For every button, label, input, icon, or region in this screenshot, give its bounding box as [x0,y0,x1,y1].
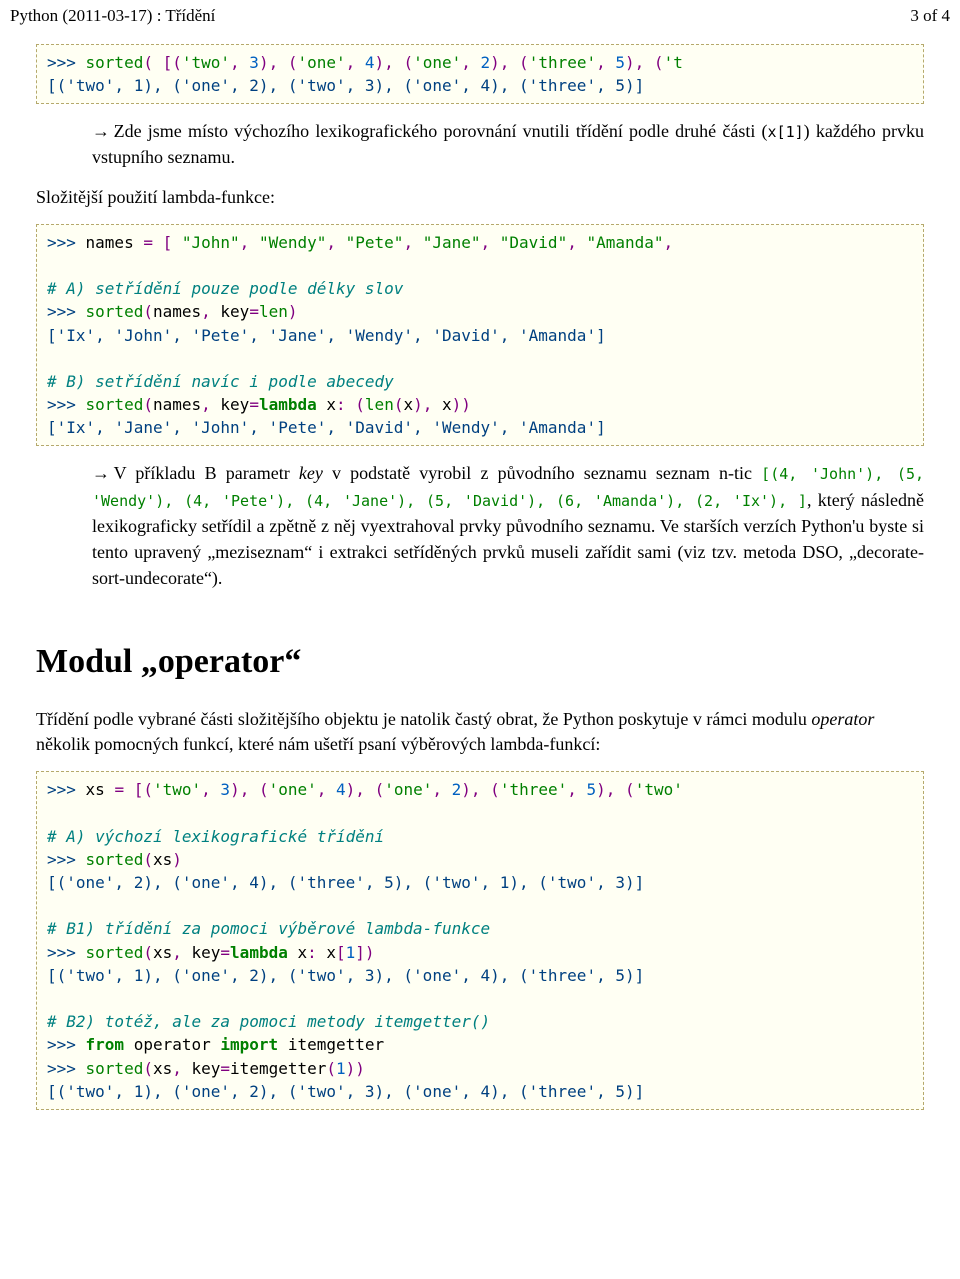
note2-key-italic: key [299,463,323,483]
note-1: →Zde jsme místo výchozího lexikografické… [92,118,924,170]
para-operator: Třídění podle vybrané části složitějšího… [36,707,924,757]
code-block-1: >>> sorted( [('two', 3), ('one', 4), ('o… [36,44,924,104]
doc-title: Python (2011-03-17) : Třídění [10,6,215,26]
para2b-italic: operator [811,709,874,729]
page-header: Python (2011-03-17) : Třídění 3 of 4 [8,6,952,26]
note1-pre: Zde jsme místo výchozího lexikografickéh… [114,121,768,141]
para-lambda-intro: Složitější použití lambda-funkce: [36,185,924,210]
arrow-icon: → [92,118,114,144]
note1-code: x[1] [768,123,804,141]
para2a: Třídění podle vybrané části složitějšího… [36,709,811,729]
code-block-2: >>> names = [ "John", "Wendy", "Pete", "… [36,224,924,447]
note2-s1a: V příkladu B parametr [114,463,299,483]
arrow-icon: → [92,460,114,486]
page-number: 3 of 4 [910,6,950,26]
section-heading-operator: Modul „operator“ [36,643,924,681]
code-block-3: >>> xs = [('two', 3), ('one', 4), ('one'… [36,771,924,1110]
note-2: →V příkladu B parametr key v podstatě vy… [92,460,924,590]
para2c: několik pomocných funkcí, které nám ušet… [36,734,600,754]
note2-s1c: v podstatě vyrobil z původního seznamu s… [323,463,761,483]
